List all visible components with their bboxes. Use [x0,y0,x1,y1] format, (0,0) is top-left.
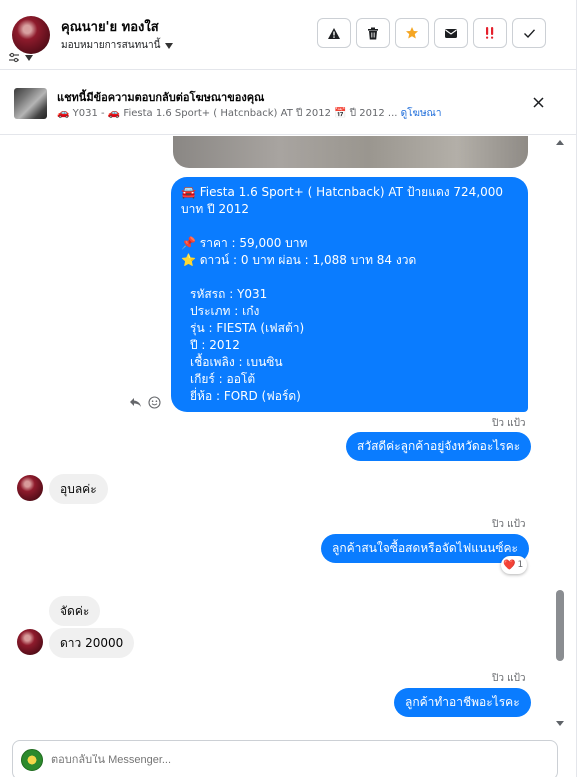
caret-down-icon [165,42,174,49]
spam-icon [486,27,494,39]
message-line: ⭐ ดาวน์ : 0 บาท ผ่อน : 1,088 บาท 84 งวด [181,253,417,267]
scroll-up-icon[interactable] [555,138,565,148]
contact-avatar-small[interactable] [17,475,43,501]
message-line: ประเภท : เก๋ง [190,304,260,318]
message-bubble-outgoing[interactable]: สวัสดีค่ะลูกค้าอยู่จังหวัดอะไรคะ [346,432,532,461]
star-icon [406,27,418,39]
caret-down-icon [25,55,33,61]
contact-name[interactable]: คุณนาย'ย ทองใส [61,16,159,37]
messenger-conversation-panel: คุณนาย'ย ทองใส มอบหมายการสนทนานี้ แชทนี้… [0,0,577,777]
message-line: รุ่น : FIESTA (เฟสต้า) [190,321,305,335]
reply-icon[interactable] [129,397,142,408]
ad-description: 🚗 Y031 - 🚗 Fiesta 1.6 Sport+ ( Hatcnback… [57,108,398,119]
mail-icon [445,28,457,38]
reply-input[interactable] [51,754,531,766]
message-bubble-incoming[interactable]: อุบลค่ะ [49,474,108,504]
message-line: เกียร์ : ออโต้ [190,372,256,386]
report-button[interactable] [317,18,351,48]
page-avatar [21,749,43,771]
delete-button[interactable] [356,18,390,48]
heart-icon: ❤️ [503,559,516,571]
message-line [181,269,518,286]
ad-thumbnail[interactable] [14,88,47,119]
message-line: ปี : 2012 [190,338,240,352]
scrollbar-thumb[interactable] [556,590,564,661]
message-bubble-outgoing[interactable]: 🚘 Fiesta 1.6 Sport+ ( Hatcnback) AT ป้าย… [171,177,528,412]
assign-conversation-dropdown[interactable]: มอบหมายการสนทนานี้ [61,38,174,53]
ad-reply-banner: แชทนี้มีข้อความตอบกลับต่อโฆษณาของคุณ 🚗 Y… [0,71,577,135]
check-icon [523,28,535,38]
message-line: 📌 ราคา : 59,000 บาท [181,236,308,250]
message-list[interactable]: 🚘 Fiesta 1.6 Sport+ ( Hatcnback) AT ป้าย… [0,136,577,734]
message-reaction[interactable]: ❤️ 1 [501,556,528,574]
message-line [181,218,518,235]
ad-banner-title: แชทนี้มีข้อความตอบกลับต่อโฆษณาของคุณ [57,91,265,104]
star-button[interactable] [395,18,429,48]
sender-label: ปิว แป้ว [492,673,526,684]
trash-icon [368,27,378,39]
message-hover-tools [129,396,161,409]
message-line: รหัสรถ : Y031 [190,287,268,301]
message-bubble-outgoing[interactable]: ลูกค้าสนใจซื้อสดหรือจัดไฟแนนซ์คะ [321,534,529,563]
sliders-icon [9,52,19,63]
spam-button[interactable] [473,18,507,48]
scroll-down-icon[interactable] [555,718,565,728]
emoji-react-icon[interactable] [148,396,161,409]
conversation-actions [317,18,546,48]
ad-banner-subtitle: 🚗 Y031 - 🚗 Fiesta 1.6 Sport+ ( Hatcnback… [57,106,441,121]
assign-label: มอบหมายการสนทนานี้ [61,40,161,51]
reaction-count: 1 [517,560,524,570]
message-line: เชื้อเพลิง : เบนซิน [190,355,283,369]
message-bubble-incoming[interactable]: จัดค่ะ [49,596,101,626]
message-bubble-outgoing[interactable]: ลูกค้าทำอาชีพอะไรคะ [394,688,531,717]
message-line: 🚘 Fiesta 1.6 Sport+ ( Hatcnback) AT ป้าย… [181,185,504,216]
shared-photo[interactable] [173,136,528,168]
view-ad-link[interactable]: ดูโฆษณา [401,108,442,119]
conversation-header: คุณนาย'ย ทองใส มอบหมายการสนทนานี้ [0,0,577,70]
message-bubble-incoming[interactable]: ดาว 20000 [49,628,135,658]
sender-label: ปิว แป้ว [492,418,526,429]
warning-icon [328,27,340,39]
close-icon [532,96,544,108]
message-line: ยี่ห้อ : FORD (ฟอร์ด) [190,389,301,403]
contact-avatar[interactable] [12,16,50,54]
close-banner-button[interactable] [527,91,549,113]
sender-label: ปิว แป้ว [492,519,526,530]
mark-done-button[interactable] [512,18,546,48]
contact-avatar-small[interactable] [17,629,43,655]
reply-composer[interactable] [12,740,558,777]
mark-unread-button[interactable] [434,18,468,48]
filter-control[interactable] [8,52,34,64]
